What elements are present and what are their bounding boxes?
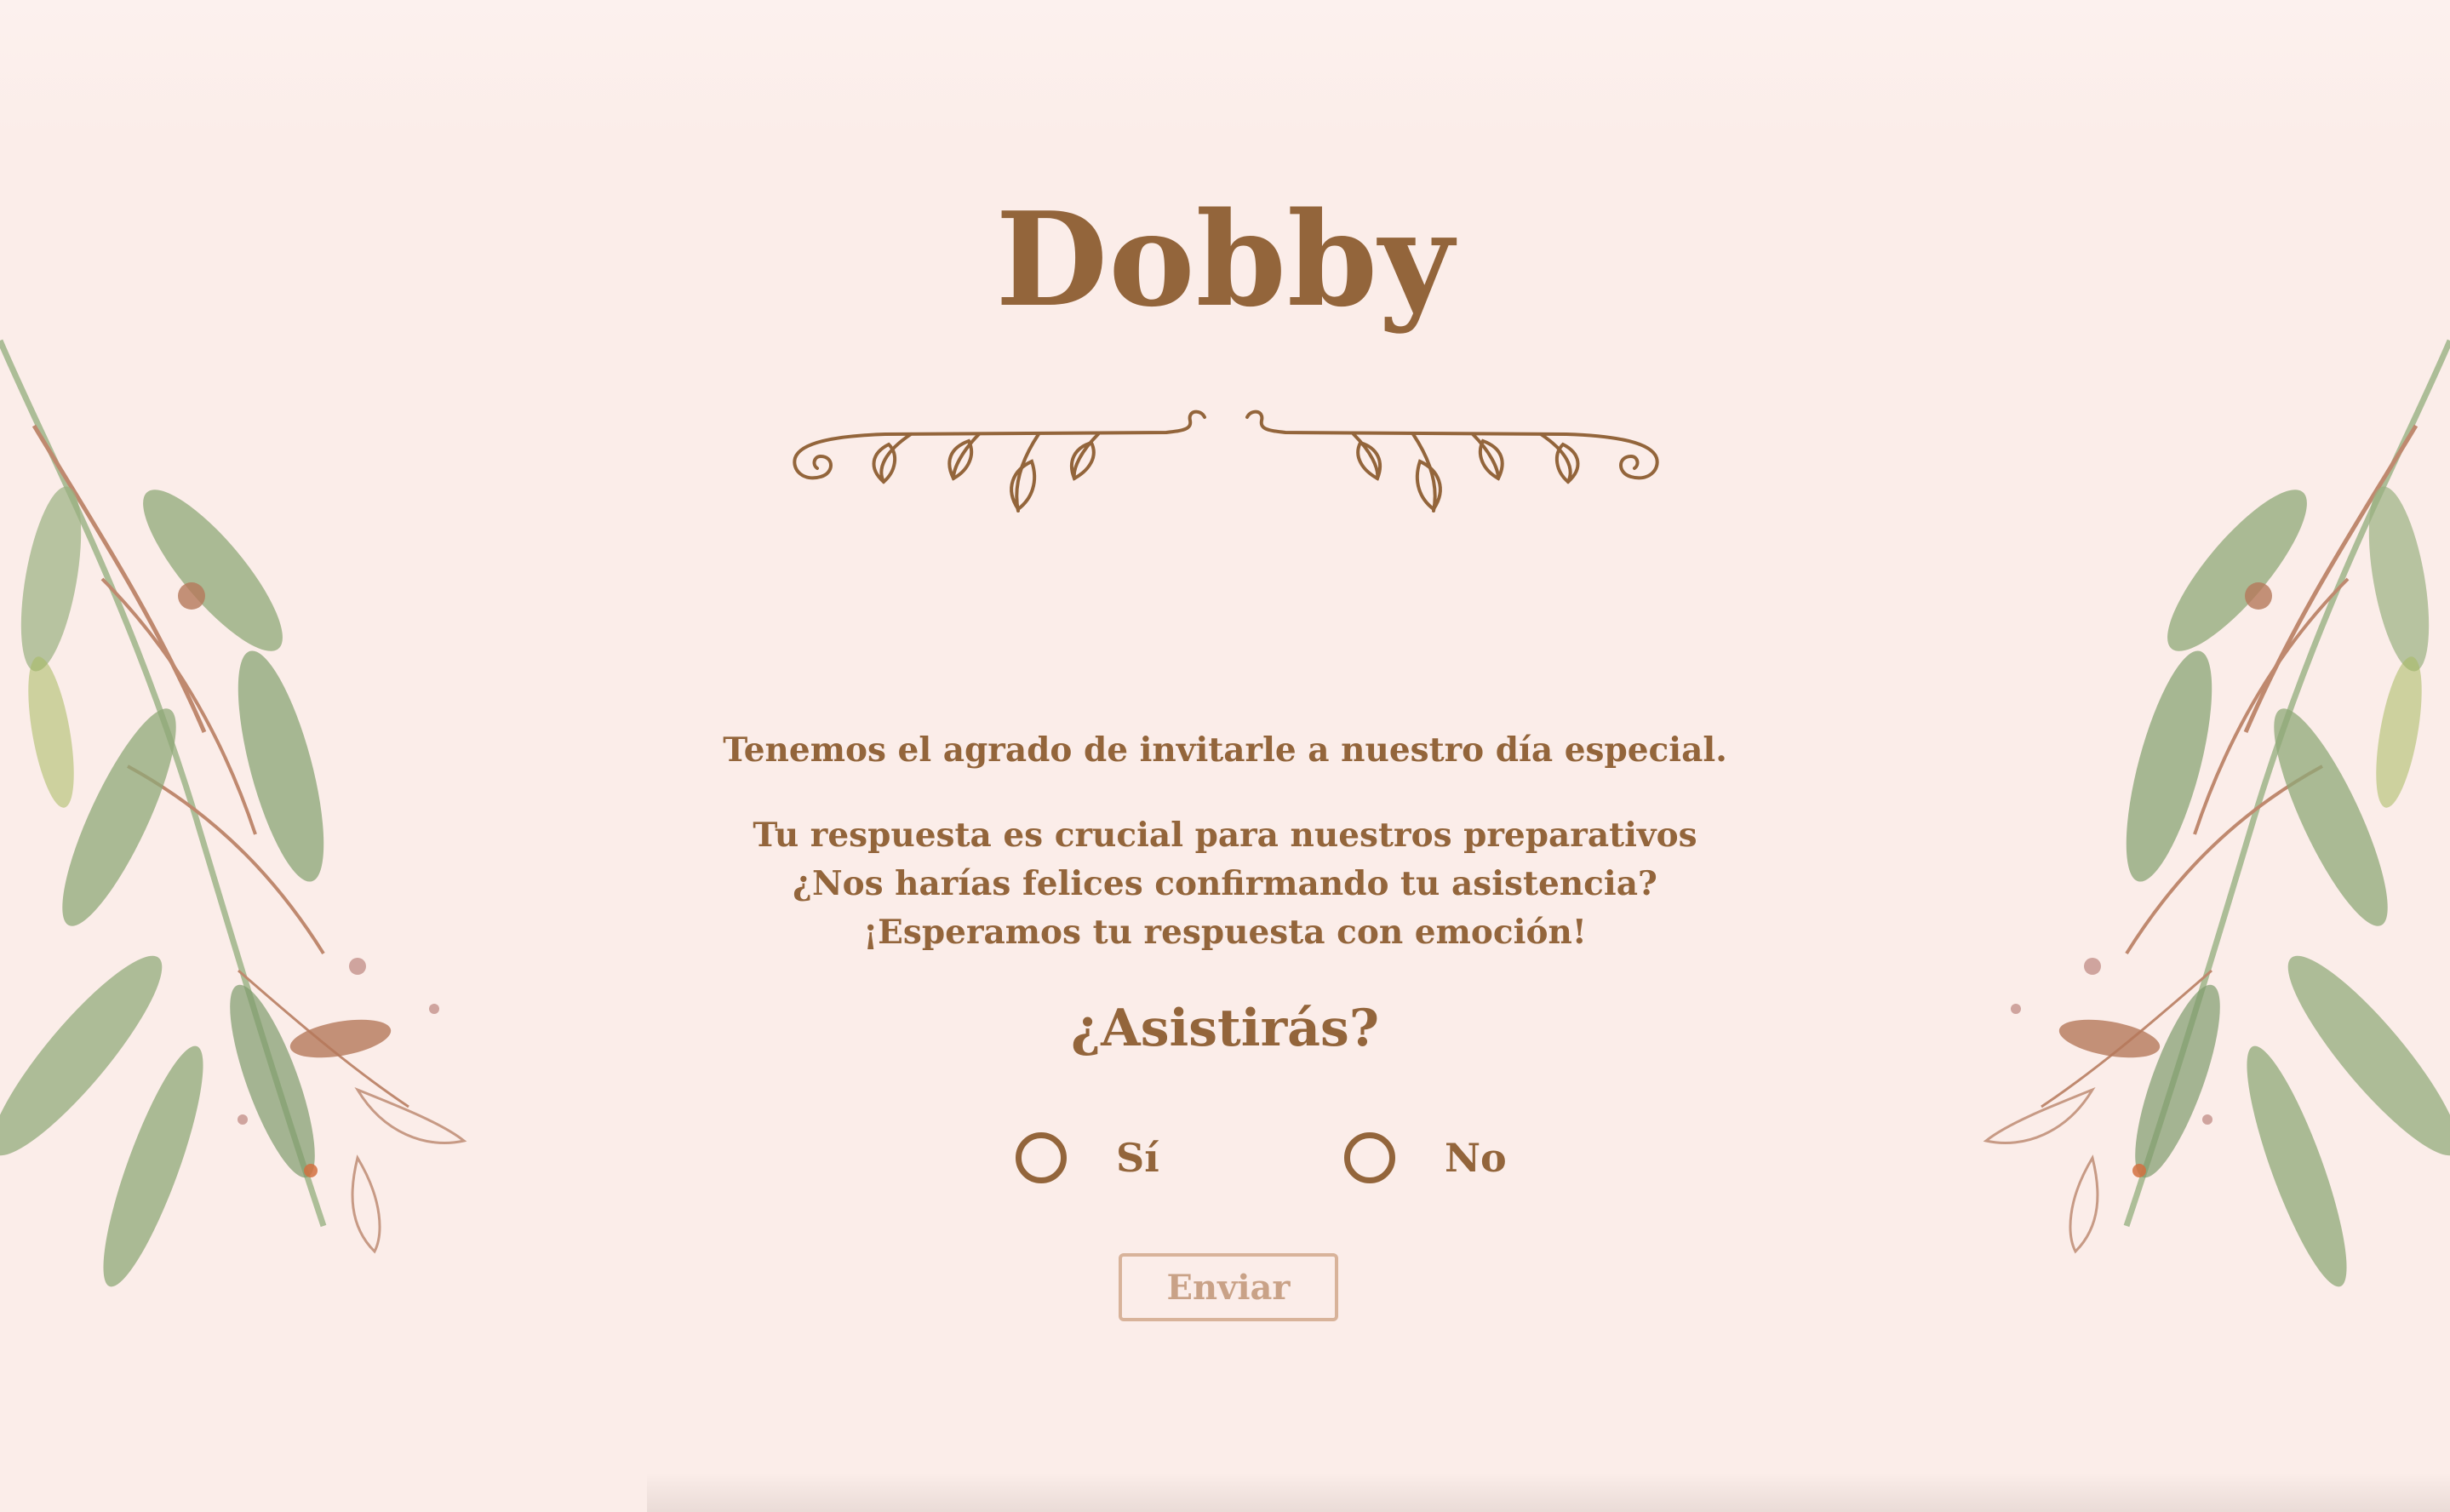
rsvp-option-no[interactable]: No xyxy=(1344,1128,1507,1188)
rsvp-question: ¿Asistirás? xyxy=(1071,999,1379,1058)
invitation-intro: Tenemos el agrado de invitarle a nuestro… xyxy=(723,730,1727,770)
flourish-divider-icon xyxy=(793,410,1659,513)
message-line-3: ¡Esperamos tu respuesta con emoción! xyxy=(863,913,1587,952)
message-line-2: ¿Nos harías felices confirmando tu asist… xyxy=(793,864,1657,903)
option-label-yes: Sí xyxy=(1116,1135,1159,1181)
option-label-no: No xyxy=(1445,1135,1507,1181)
invitation-message: Tu respuesta es crucial para nuestros pr… xyxy=(0,811,2450,957)
page-title: Dobby xyxy=(995,183,1455,335)
eucalyptus-branch-right-icon xyxy=(1983,339,2450,1287)
submit-button[interactable]: Enviar xyxy=(1119,1253,1338,1321)
top-fade xyxy=(0,0,2450,136)
radio-yes[interactable] xyxy=(1016,1132,1067,1183)
rsvp-option-yes[interactable]: Sí xyxy=(1016,1128,1159,1188)
eucalyptus-branch-left-icon xyxy=(0,339,467,1287)
message-line-1: Tu respuesta es crucial para nuestros pr… xyxy=(753,816,1697,855)
radio-no[interactable] xyxy=(1344,1132,1395,1183)
bottom-shadow xyxy=(647,1473,2450,1512)
